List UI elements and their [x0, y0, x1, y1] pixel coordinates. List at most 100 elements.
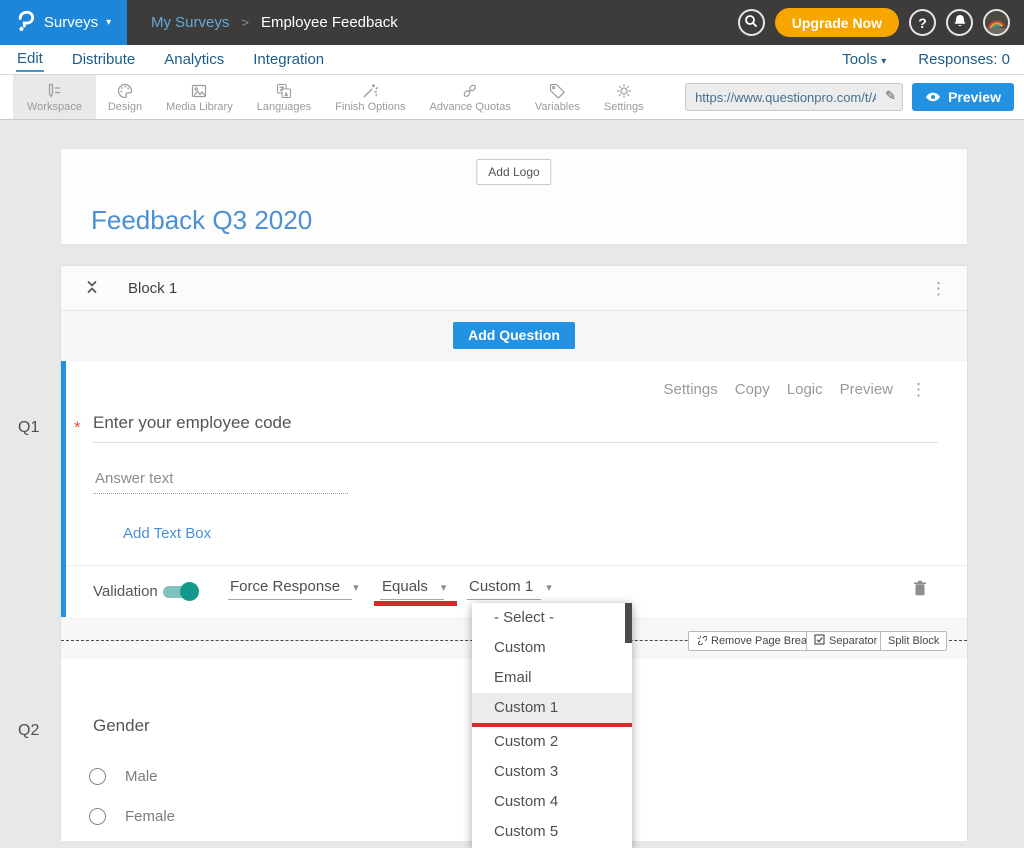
broken-link-icon [696, 634, 707, 648]
question-1-card: Settings Copy Logic Preview ⋮ * Enter yo… [61, 361, 967, 617]
validation-value-select[interactable]: Custom 1▾ [467, 578, 541, 600]
tab-integration[interactable]: Integration [252, 48, 325, 71]
chevron-down-icon: ▾ [441, 582, 447, 594]
breadcrumb: My Surveys > Employee Feedback [151, 14, 398, 31]
operator-select[interactable]: Equals▾ [380, 578, 444, 600]
add-logo-button[interactable]: Add Logo [476, 159, 551, 185]
chain-links-icon [461, 82, 479, 100]
q2-gutter-label: Q2 [18, 722, 39, 740]
chevron-down-icon: ▾ [546, 582, 552, 594]
validation-toggle[interactable] [163, 586, 197, 598]
validation-label: Validation [93, 583, 158, 600]
responses-count[interactable]: Responses: 0 [918, 51, 1010, 68]
validation-value-dropdown: - Select - Custom Email Custom 1 Custom … [472, 603, 632, 848]
toolbar-item-design[interactable]: Design [96, 75, 154, 119]
remove-page-break-button[interactable]: Remove Page Break [688, 631, 821, 651]
dropdown-option-email[interactable]: Email [472, 663, 632, 693]
question-mark-icon: ? [918, 15, 927, 31]
block-header: Block 1 ⋮ [61, 266, 967, 311]
question-logic-link[interactable]: Logic [787, 381, 823, 398]
checked-checkbox-icon [814, 634, 825, 648]
force-response-select[interactable]: Force Response▾ [228, 578, 352, 600]
chevron-down-icon: ▾ [881, 56, 886, 67]
question-preview-link[interactable]: Preview [840, 381, 893, 398]
toolbar-item-languages[interactable]: Languages [245, 75, 323, 119]
split-block-button[interactable]: Split Block [880, 631, 947, 651]
question-actions: Settings Copy Logic Preview ⋮ [664, 381, 927, 398]
tab-distribute[interactable]: Distribute [71, 48, 136, 71]
toolbar-item-workspace[interactable]: Workspace [13, 75, 96, 119]
radio-option-male[interactable]: Male [89, 768, 158, 785]
search-icon [744, 14, 758, 31]
product-menu-label: Surveys [44, 14, 98, 31]
translate-icon [275, 82, 293, 100]
survey-title[interactable]: Feedback Q3 2020 [91, 205, 312, 236]
eye-icon [925, 89, 941, 105]
survey-header-card: Add Logo Feedback Q3 2020 [60, 148, 968, 245]
edit-toolbar: Workspace Design Media Library [0, 75, 1024, 120]
nav-right: Tools▾ Responses: 0 [842, 51, 1010, 68]
topbar-actions: Upgrade Now ? [738, 8, 1024, 37]
dropdown-option-custom-3[interactable]: Custom 3 [472, 757, 632, 787]
question-2-text[interactable]: Gender [93, 716, 150, 736]
block-kebab-menu-icon[interactable]: ⋮ [930, 280, 947, 297]
question-copy-link[interactable]: Copy [735, 381, 770, 398]
user-avatar[interactable] [983, 9, 1010, 36]
dropdown-option-select[interactable]: - Select - [472, 603, 632, 633]
question-settings-link[interactable]: Settings [664, 381, 718, 398]
image-icon [190, 82, 208, 100]
collapse-block-icon[interactable] [85, 279, 99, 298]
preview-button[interactable]: Preview [912, 83, 1014, 111]
block-title[interactable]: Block 1 [128, 280, 177, 297]
edit-url-pencil-icon[interactable]: ✎ [885, 88, 896, 104]
q1-gutter-label: Q1 [18, 419, 39, 437]
dropdown-option-custom-1[interactable]: Custom 1 [472, 693, 632, 723]
toolbar-item-variables[interactable]: Variables [523, 75, 592, 119]
toolbar-item-settings[interactable]: Settings [592, 75, 656, 119]
radio-option-female[interactable]: Female [89, 808, 175, 825]
dropdown-option-custom-2[interactable]: Custom 2 [472, 727, 632, 757]
breadcrumb-my-surveys[interactable]: My Surveys [151, 14, 229, 31]
upgrade-now-button[interactable]: Upgrade Now [775, 8, 899, 37]
product-switcher[interactable]: Surveys ▾ [0, 0, 127, 45]
survey-url-input[interactable] [685, 83, 903, 111]
question-1-text[interactable]: Enter your employee code [93, 413, 938, 443]
separator-button[interactable]: Separator [806, 631, 885, 651]
dropdown-option-custom-5[interactable]: Custom 5 [472, 817, 632, 847]
tab-edit[interactable]: Edit [16, 47, 44, 72]
search-button[interactable] [738, 9, 765, 36]
tab-analytics[interactable]: Analytics [163, 48, 225, 71]
questionpro-logo-icon [16, 8, 36, 37]
gear-icon [615, 82, 633, 100]
avatar-rainbow-image [985, 11, 1008, 34]
workspace-icon [45, 82, 63, 100]
magic-wand-icon [361, 82, 379, 100]
dropdown-option-custom[interactable]: Custom [472, 633, 632, 663]
palette-icon [116, 82, 134, 100]
add-text-box-link[interactable]: Add Text Box [123, 525, 211, 542]
add-question-button[interactable]: Add Question [453, 322, 575, 349]
notifications-button[interactable] [946, 9, 973, 36]
chevron-down-icon: ▾ [353, 582, 359, 594]
radio-circle-icon[interactable] [89, 768, 106, 785]
answer-text-input[interactable] [93, 466, 348, 494]
dropdown-option-custom-4[interactable]: Custom 4 [472, 787, 632, 817]
radio-circle-icon[interactable] [89, 808, 106, 825]
trash-icon [913, 584, 927, 600]
survey-url-box: ✎ [685, 83, 903, 111]
delete-validation-button[interactable] [913, 580, 927, 600]
survey-nav: Edit Distribute Analytics Integration To… [0, 45, 1024, 75]
toolbar-item-finish-options[interactable]: Finish Options [323, 75, 417, 119]
toggle-knob [180, 582, 199, 601]
dropdown-scrollbar-thumb[interactable] [625, 603, 632, 643]
question-kebab-menu-icon[interactable]: ⋮ [910, 381, 927, 398]
toolbar-right: ✎ Preview [685, 75, 1024, 119]
tools-menu[interactable]: Tools▾ [842, 51, 886, 68]
help-button[interactable]: ? [909, 9, 936, 36]
breadcrumb-separator: > [241, 15, 249, 30]
toolbar-item-advance-quotas[interactable]: Advance Quotas [417, 75, 522, 119]
required-asterisk: * [74, 418, 81, 438]
chevron-down-icon: ▾ [106, 17, 111, 28]
toolbar-item-media-library[interactable]: Media Library [154, 75, 245, 119]
add-question-row: Add Question [61, 311, 967, 359]
